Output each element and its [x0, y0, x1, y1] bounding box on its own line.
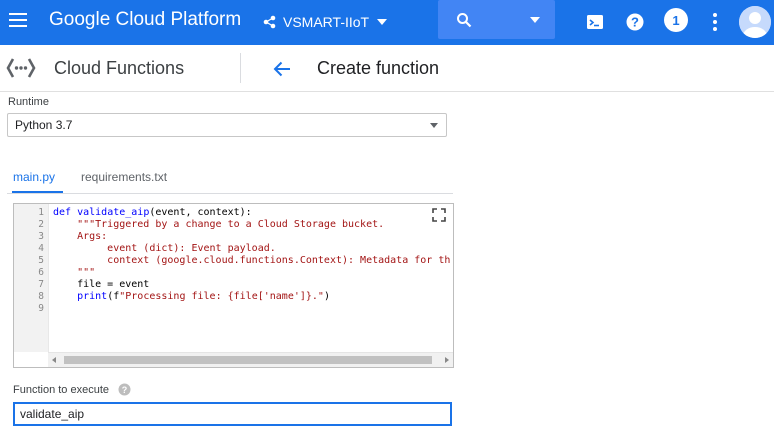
chevron-down-icon	[377, 19, 388, 25]
menu-icon[interactable]	[9, 13, 27, 27]
horizontal-scrollbar[interactable]	[48, 352, 453, 367]
line-number: 5	[38, 255, 44, 266]
more-vert-icon[interactable]	[711, 12, 719, 32]
line-number: 8	[38, 291, 44, 302]
fullscreen-icon[interactable]	[432, 208, 446, 222]
code-token: "Processing file: {file['name']}."	[119, 291, 324, 302]
line-number: 6	[38, 267, 44, 278]
tab-requirements-txt[interactable]: requirements.txt	[81, 170, 167, 184]
cloud-functions-logo-icon	[6, 58, 36, 78]
code-line[interactable]: file = event	[53, 279, 149, 290]
function-to-execute-label: Function to execute	[13, 384, 110, 396]
function-to-execute-input[interactable]	[13, 402, 452, 426]
code-token: def	[53, 207, 78, 218]
search-dropdown-icon[interactable]	[530, 17, 540, 23]
code-line[interactable]: print(f"Processing file: {file['name']}.…	[53, 291, 330, 302]
svg-text:?: ?	[122, 385, 128, 395]
code-token: (event, context):	[149, 207, 252, 218]
code-token: print	[77, 291, 108, 302]
code-token: """	[53, 267, 96, 278]
line-number: 1	[38, 207, 44, 218]
code-token: """Triggered by a change to a Cloud Stor…	[53, 219, 385, 230]
code-token: context (google.cloud.functions.Context)…	[53, 255, 451, 266]
code-token: event (dict): Event payload.	[53, 243, 276, 254]
code-editor[interactable]: 123456789 def validate_aip(event, contex…	[13, 203, 454, 368]
top-app-bar: Google Cloud Platform VSMART-IIoT ? 1	[0, 0, 774, 45]
source-tabs: main.py requirements.txt	[7, 162, 453, 194]
runtime-label: Runtime	[8, 96, 49, 108]
dropdown-caret-icon	[430, 123, 438, 128]
header-divider	[240, 53, 241, 83]
code-line[interactable]: """Triggered by a change to a Cloud Stor…	[53, 219, 384, 230]
code-token: validate_aip	[77, 207, 150, 218]
page-header: Cloud Functions Create function	[0, 45, 774, 92]
tab-main-py[interactable]: main.py	[13, 170, 55, 184]
search-icon	[457, 13, 472, 28]
avatar[interactable]	[739, 6, 771, 38]
runtime-value: Python 3.7	[15, 118, 73, 132]
line-number: 4	[38, 243, 44, 254]
project-name: VSMART-IIoT	[283, 14, 370, 30]
help-icon[interactable]: ?	[118, 383, 131, 396]
product-title[interactable]: Cloud Functions	[54, 58, 184, 79]
scrollbar-thumb[interactable]	[64, 356, 432, 364]
project-selector[interactable]: VSMART-IIoT	[263, 12, 388, 32]
code-token: (f	[107, 291, 120, 302]
help-icon[interactable]: ?	[625, 12, 645, 32]
back-arrow-icon[interactable]	[272, 59, 292, 79]
code-token: Args:	[53, 231, 108, 242]
code-line[interactable]: """	[53, 267, 95, 278]
app-title[interactable]: Google Cloud Platform	[49, 9, 241, 31]
runtime-select[interactable]: Python 3.7	[7, 113, 447, 137]
page-title: Create function	[317, 58, 440, 78]
avatar-person-icon	[739, 6, 771, 38]
search-box[interactable]	[438, 0, 555, 39]
project-dots-icon	[263, 15, 276, 29]
scroll-left-icon[interactable]	[52, 357, 56, 363]
line-number: 2	[38, 219, 44, 230]
line-number: 9	[38, 303, 44, 314]
code-token: file = event	[53, 279, 150, 290]
svg-text:?: ?	[631, 15, 639, 30]
code-line[interactable]: Args:	[53, 231, 107, 242]
line-number: 3	[38, 231, 44, 242]
cloud-shell-icon[interactable]	[585, 12, 605, 32]
active-tab-indicator	[12, 191, 63, 193]
notifications-button[interactable]: 1	[664, 8, 688, 32]
code-line[interactable]: def validate_aip(event, context):	[53, 207, 252, 218]
code-line[interactable]: event (dict): Event payload.	[53, 243, 276, 254]
code-line[interactable]: context (google.cloud.functions.Context)…	[53, 255, 450, 266]
line-number: 7	[38, 279, 44, 290]
code-token: )	[323, 291, 330, 302]
scroll-right-icon[interactable]	[445, 357, 449, 363]
line-number-gutter: 123456789	[14, 204, 49, 352]
